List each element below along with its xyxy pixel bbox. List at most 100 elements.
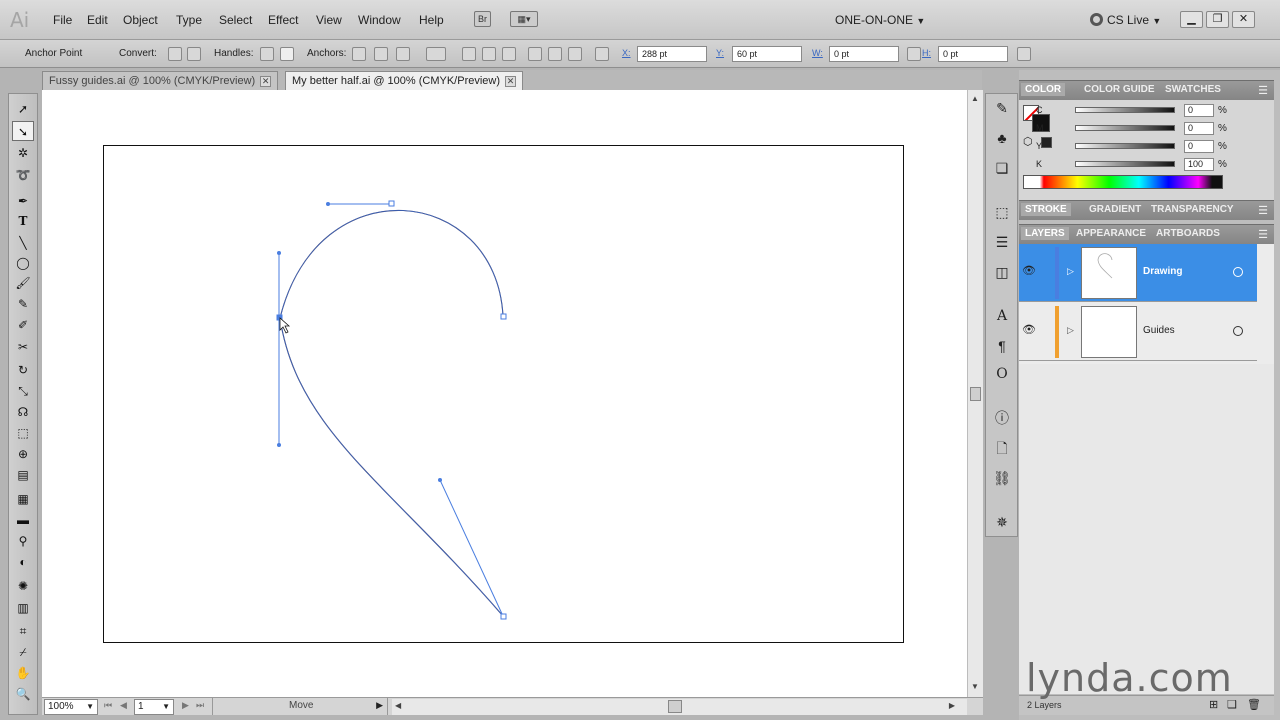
eyedropper-icon[interactable]: ⚲ [12,531,34,551]
layer-row-guides[interactable]: 👁 ▷ Guides [1019,303,1257,361]
black-value[interactable]: 100 [1184,158,1214,171]
align-left-button[interactable] [462,47,476,61]
align-bottom-button[interactable] [568,47,582,61]
links-icon[interactable]: ⛓ [992,468,1012,488]
3d-cube-icon[interactable]: ⬡ [1023,136,1035,148]
zoom-field[interactable]: 100% ▼ [44,699,98,715]
menu-object[interactable]: Object [123,13,158,27]
layers-empty-area[interactable] [1019,364,1274,694]
tab-artboards[interactable]: ARTBOARDS [1156,228,1220,239]
selected-path[interactable] [279,209,504,617]
mesh-icon[interactable]: ▦ [12,489,34,509]
transform-button[interactable] [595,47,609,61]
pathfinder-icon[interactable]: ◫ [992,262,1012,282]
handle-point[interactable] [326,202,330,206]
first-artboard-icon[interactable]: ⏮ [104,700,112,711]
tab-gradient[interactable]: GRADIENT [1089,204,1141,215]
yellow-slider[interactable] [1075,143,1175,149]
expand-triangle-icon[interactable]: ▷ [1067,266,1074,277]
layer-name[interactable]: Drawing [1143,266,1182,277]
column-graph-icon[interactable]: ▥ [12,598,34,618]
delete-layer-icon[interactable]: 🗑 [1247,698,1261,711]
symbols-icon[interactable]: ♣ [992,128,1012,148]
info-icon[interactable]: ⓘ [992,408,1012,428]
panel-menu-icon[interactable]: ☰ [1258,204,1268,217]
bridge-button[interactable]: Br [474,11,491,27]
scroll-left-icon[interactable]: ◀ [395,701,401,710]
tab-stroke[interactable]: STROKE [1021,203,1071,216]
shape-builder-icon[interactable]: ⊕ [12,444,34,464]
align-panel-icon[interactable]: ☰ [992,232,1012,252]
cs-live-button[interactable]: CS Live ▼ [1090,13,1161,27]
close-icon[interactable]: ✕ [260,76,272,87]
slice-icon[interactable]: ⌿ [12,642,34,662]
eye-icon[interactable]: 👁 [1022,264,1036,278]
magic-wand-icon[interactable]: ✲ [12,143,34,163]
width-field[interactable]: 0 pt [829,46,899,62]
hide-handles-button[interactable] [280,47,294,61]
menu-window[interactable]: Window [358,13,401,27]
x-field[interactable]: 288 pt [637,46,707,62]
constrain-proportions-button[interactable] [907,47,921,61]
magenta-value[interactable]: 0 [1184,122,1214,135]
blob-brush-icon[interactable]: ✐ [12,315,34,335]
scroll-thumb[interactable] [668,700,682,713]
tab-appearance[interactable]: APPEARANCE [1076,228,1146,239]
type-icon[interactable]: T [12,211,34,231]
paragraph-icon[interactable]: ¶ [992,336,1012,356]
menu-view[interactable]: View [316,13,342,27]
prev-artboard-icon[interactable]: ◀ [120,700,127,711]
tab-my-better-half[interactable]: My better half.ai @ 100% (CMYK/Preview) ✕ [285,71,524,90]
align-middle-button[interactable] [548,47,562,61]
blend-icon[interactable]: ◐ [12,552,34,572]
graphic-styles-icon[interactable]: ❏ [992,158,1012,178]
black-slider[interactable] [1075,161,1175,167]
handle-point[interactable] [277,251,281,255]
eye-icon[interactable]: 👁 [1022,323,1036,337]
target-icon[interactable] [1233,267,1243,277]
tab-transparency[interactable]: TRANSPARENCY [1151,204,1234,215]
warp-icon[interactable]: ☊ [12,402,34,422]
align-right-button[interactable] [502,47,516,61]
panel-options-button[interactable] [1017,47,1031,61]
pencil-icon[interactable]: ✎ [12,294,34,314]
handle-point[interactable] [277,443,281,447]
transform-panel-icon[interactable]: ⬚ [992,202,1012,222]
align-center-button[interactable] [482,47,496,61]
anchor-point[interactable] [500,313,507,320]
target-icon[interactable] [1233,326,1243,336]
free-transform-icon[interactable]: ⬚ [12,423,34,443]
isolate-button[interactable] [426,47,446,61]
cyan-slider[interactable] [1075,107,1175,113]
connect-endpoints-button[interactable] [374,47,388,61]
scroll-up-icon[interactable]: ▲ [971,94,979,103]
scroll-thumb[interactable] [970,387,981,401]
close-button[interactable]: ✕ [1232,11,1255,28]
vertical-scrollbar[interactable]: ▲ ▼ [967,90,983,697]
menu-effect[interactable]: Effect [268,13,298,27]
artboard-icon[interactable]: ⌗ [12,621,34,641]
minimize-button[interactable]: ▁ [1180,11,1203,28]
next-artboard-icon[interactable]: ▶ [182,700,189,711]
convert-corner-button[interactable] [168,47,182,61]
remove-anchor-button[interactable] [352,47,366,61]
tab-fussy-guides[interactable]: Fussy guides.ai @ 100% (CMYK/Preview) ✕ [42,71,279,90]
character-icon[interactable]: A [992,306,1012,326]
scroll-right-icon[interactable]: ▶ [949,701,955,710]
tab-layers[interactable]: LAYERS [1021,227,1069,240]
brushes-icon[interactable]: ✎ [992,98,1012,118]
restore-button[interactable]: ❐ [1206,11,1229,28]
cut-path-button[interactable] [396,47,410,61]
convert-smooth-button[interactable] [187,47,201,61]
menu-file[interactable]: File [53,13,72,27]
rotate-icon[interactable]: ↻ [12,360,34,380]
artboard-number-field[interactable]: 1 ▼ [134,699,174,715]
tab-color[interactable]: COLOR [1021,83,1066,96]
menu-select[interactable]: Select [219,13,252,27]
current-tool-status[interactable]: Move ▶ [212,698,388,715]
scissors-icon[interactable]: ✂ [12,337,34,357]
menu-help[interactable]: Help [419,13,444,27]
expand-triangle-icon[interactable]: ▷ [1067,325,1074,336]
anchor-point[interactable] [388,200,395,207]
show-handles-button[interactable] [260,47,274,61]
